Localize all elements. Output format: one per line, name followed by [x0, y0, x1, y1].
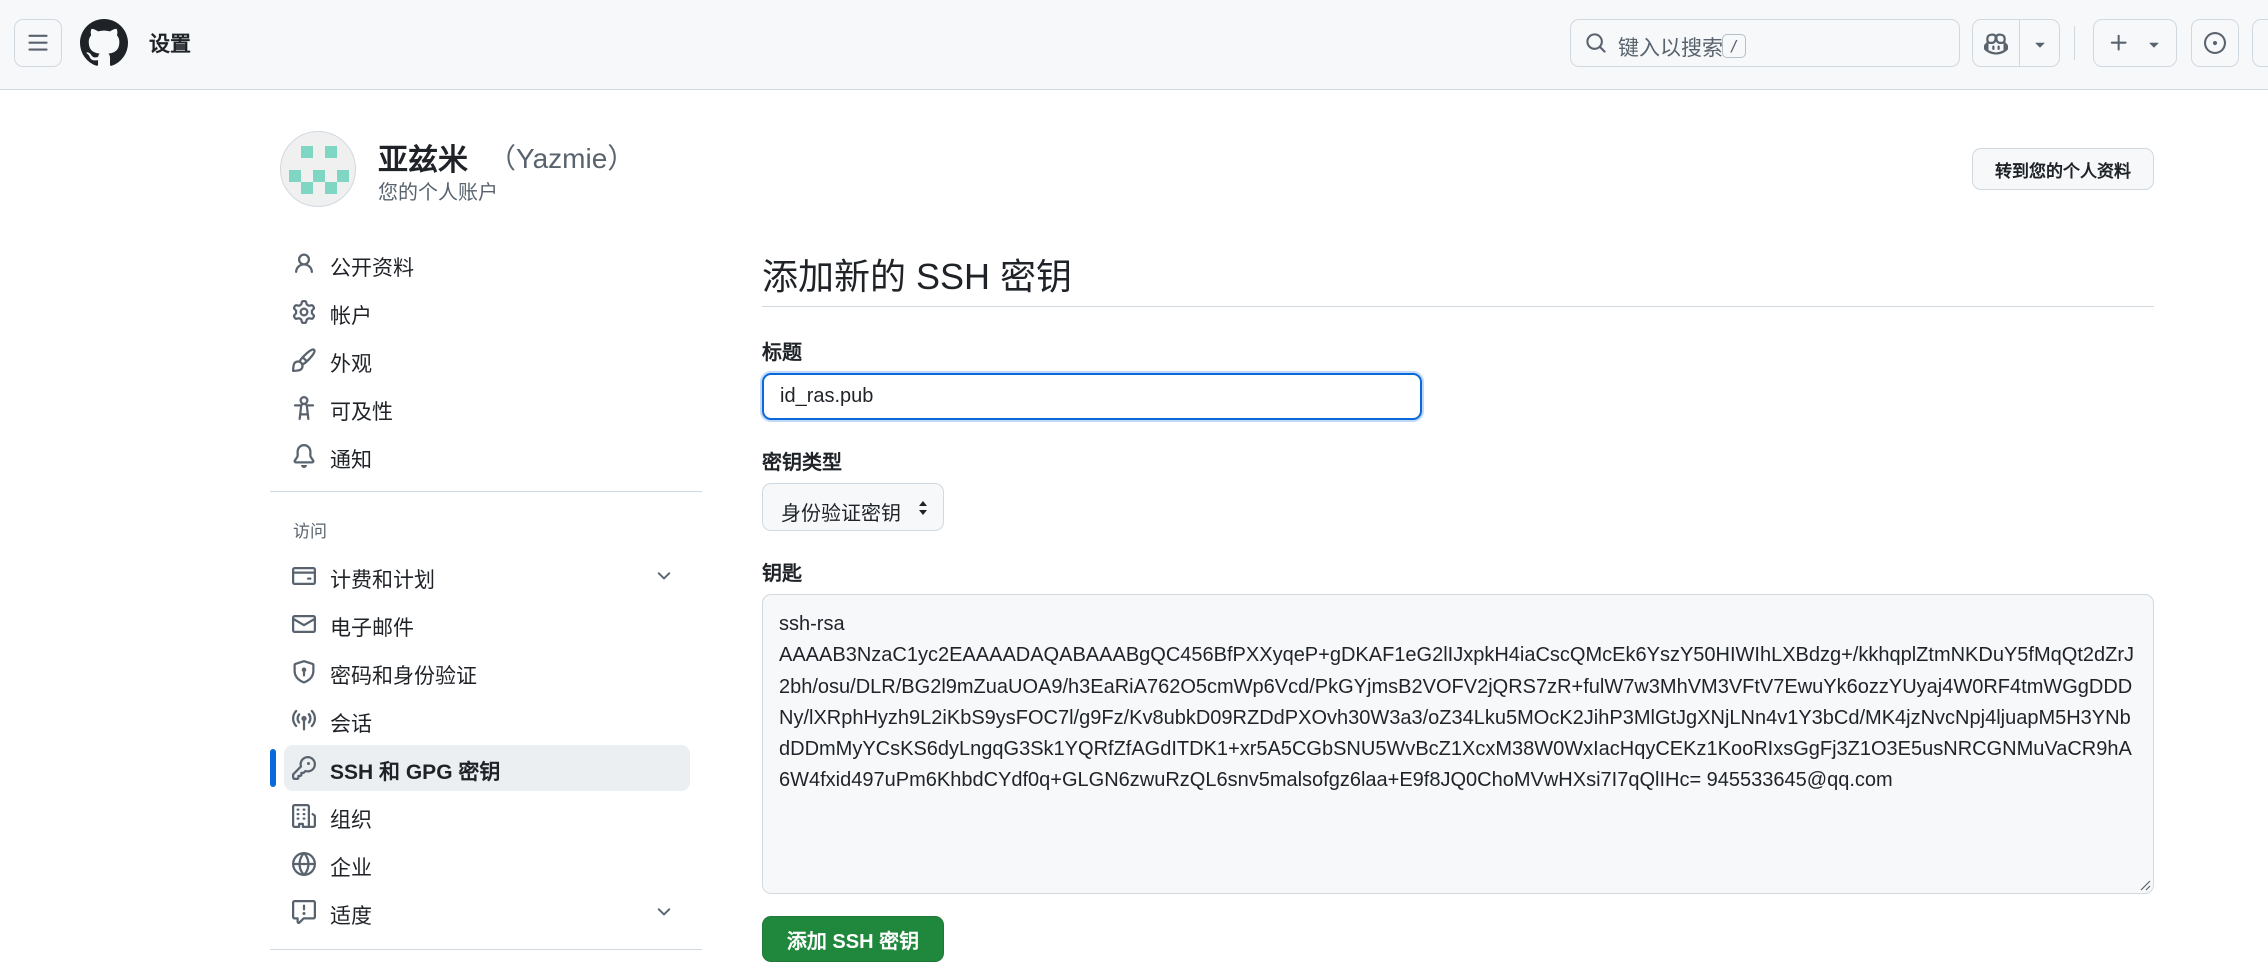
shield-lock-icon [293, 660, 315, 684]
sidebar-item-appearance[interactable]: 外观 [284, 337, 690, 383]
title-divider [762, 306, 2154, 307]
broadcast-icon [292, 709, 316, 731]
plus-icon [2110, 34, 2127, 51]
sidebar-item-account[interactable]: 帐户 [284, 289, 690, 335]
issue-opened-icon [2204, 32, 2226, 54]
sidebar-item-sessions[interactable]: 会话 [284, 697, 690, 743]
create-new-button[interactable] [2093, 19, 2177, 67]
app-header: 设置 键入以搜索 / [0, 0, 2268, 90]
search-placeholder: 键入以搜索 [1618, 37, 1723, 60]
public-key-textarea[interactable]: ssh-rsa AAAAB3NzaC1yc2EAAAADAQABAAABgQC4… [762, 594, 2154, 894]
key-icon [292, 756, 316, 780]
active-indicator [270, 749, 276, 787]
report-icon [292, 900, 316, 924]
sidebar-item-label: 电子邮件 [330, 617, 414, 640]
sidebar-item-label: SSH 和 GPG 密钥 [330, 761, 501, 784]
sidebar-item-label: 组织 [330, 809, 372, 832]
resize-handle-icon[interactable] [2139, 879, 2151, 891]
issues-button[interactable] [2191, 19, 2239, 67]
hamburger-icon [28, 34, 48, 51]
gear-icon [292, 300, 316, 324]
sidebar-item-public-profile[interactable]: 公开资料 [284, 241, 690, 287]
profile-login: （Yazmie） [488, 143, 636, 174]
key-type-select[interactable]: 身份验证密钥 [762, 483, 944, 531]
chevron-down-icon[interactable] [654, 902, 674, 922]
copilot-button-group[interactable] [1972, 19, 2060, 67]
sidebar-item-label: 通知 [330, 449, 372, 472]
credit-card-icon [292, 567, 316, 585]
sidebar-item-billing[interactable]: 计费和计划 [284, 553, 690, 599]
accessibility-icon [293, 396, 315, 420]
mail-icon [292, 615, 316, 633]
avatar [280, 131, 356, 207]
sidebar-divider [270, 491, 702, 492]
paintbrush-icon [292, 348, 316, 372]
add-ssh-key-button[interactable]: 添加 SSH 密钥 [762, 916, 944, 962]
go-to-profile-button[interactable]: 转到您的个人资料 [1972, 148, 2154, 190]
sidebar-item-emails[interactable]: 电子邮件 [284, 601, 690, 647]
page-context-title[interactable]: 设置 [149, 28, 191, 58]
organization-icon [292, 804, 316, 828]
globe-icon [292, 852, 316, 876]
sidebar-item-label: 会话 [330, 713, 372, 736]
sidebar-item-label: 帐户 [330, 305, 372, 328]
github-logo-icon[interactable] [80, 19, 128, 67]
sidebar-item-label: 外观 [330, 353, 372, 376]
key-field-label: 钥匙 [762, 563, 802, 585]
menu-button[interactable] [14, 19, 62, 67]
profile-subtitle: 您的个人账户 [378, 182, 498, 204]
key-title-input[interactable] [760, 371, 1424, 422]
person-icon [295, 253, 313, 274]
chevron-down-icon[interactable] [2030, 34, 2050, 54]
title-field-label: 标题 [762, 342, 802, 364]
key-type-label: 密钥类型 [762, 452, 842, 474]
sidebar-section-heading: 访问 [293, 522, 327, 541]
sidebar-item-enterprises[interactable]: 企业 [284, 841, 690, 887]
sidebar-item-label: 企业 [330, 857, 372, 880]
sidebar-item-label: 公开资料 [330, 257, 414, 280]
chevron-down-icon [2149, 42, 2159, 48]
sidebar-divider [270, 949, 702, 950]
select-arrows-icon [919, 501, 927, 515]
sidebar-item-accessibility[interactable]: 可及性 [284, 385, 690, 431]
sidebar-item-ssh-gpg-keys[interactable]: SSH 和 GPG 密钥 [284, 745, 690, 791]
key-type-value: 身份验证密钥 [781, 503, 901, 525]
page-title: 添加新的 SSH 密钥 [762, 256, 1073, 297]
sidebar-item-label: 适度 [330, 905, 372, 928]
sidebar-item-label: 计费和计划 [330, 569, 435, 592]
sidebar-item-organizations[interactable]: 组织 [284, 793, 690, 839]
sidebar-item-password-auth[interactable]: 密码和身份验证 [284, 649, 690, 695]
profile-name: 亚兹米 [378, 144, 468, 177]
copilot-icon[interactable] [1984, 32, 2008, 56]
search-icon [1586, 33, 1606, 53]
bell-icon [293, 444, 315, 468]
sidebar-item-notifications[interactable]: 通知 [284, 433, 690, 479]
header-separator [2074, 26, 2075, 60]
search-input[interactable]: 键入以搜索 / [1570, 19, 1960, 67]
pull-requests-button[interactable] [2252, 19, 2268, 67]
search-shortcut-key: / [1722, 34, 1746, 58]
sidebar-item-label: 可及性 [330, 401, 393, 424]
chevron-down-icon[interactable] [654, 566, 674, 586]
sidebar-item-moderation[interactable]: 适度 [284, 889, 690, 935]
sidebar-item-label: 密码和身份验证 [330, 665, 477, 688]
